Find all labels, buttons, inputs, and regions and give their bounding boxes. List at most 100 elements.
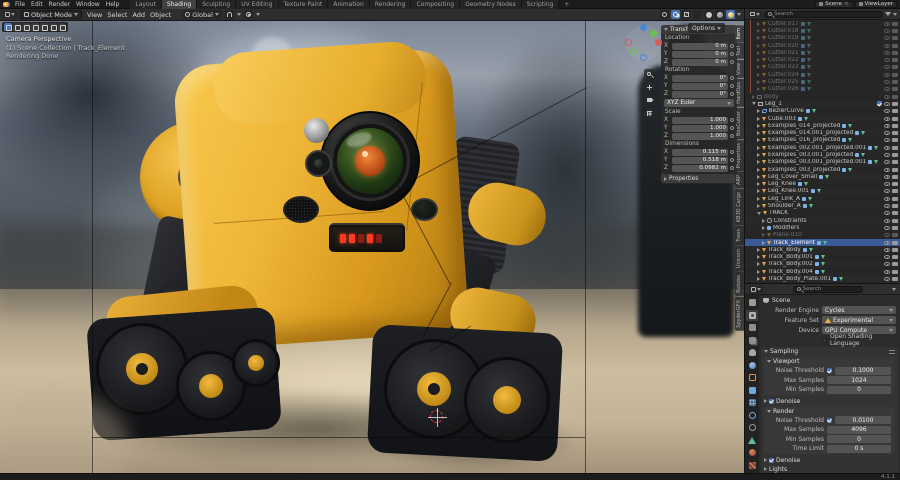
workspace-tab-layout[interactable]: Layout	[130, 0, 162, 9]
blender-logo-icon[interactable]	[3, 1, 10, 7]
dropdown-field[interactable]: Experimental	[822, 316, 896, 324]
outliner-row[interactable]: Track_Body_Plate.001	[745, 275, 900, 283]
sidebar-tab-trees[interactable]: Trees	[735, 225, 744, 246]
expand-icon[interactable]	[762, 240, 765, 245]
viewlayer-selector[interactable]: ViewLayer	[854, 0, 897, 8]
properties-tab-texture[interactable]	[746, 460, 758, 471]
select-circle-icon[interactable]	[22, 23, 30, 31]
properties-search-input[interactable]: Search	[792, 285, 863, 293]
properties-tab-physics[interactable]	[746, 410, 758, 421]
hide-viewport-icon[interactable]	[884, 131, 890, 136]
workspace-tab-rendering[interactable]: Rendering	[369, 0, 412, 9]
disable-render-icon[interactable]	[892, 138, 898, 143]
filter-icon[interactable]	[885, 12, 891, 16]
workspace-tab-scripting[interactable]: Scripting	[521, 0, 560, 9]
disable-render-icon[interactable]	[892, 36, 898, 41]
animate-decorator-icon[interactable]	[730, 84, 734, 88]
outliner-row[interactable]: Track_Body.004	[745, 268, 900, 275]
expand-open-icon[interactable]	[757, 211, 761, 215]
cursor-tool-icon[interactable]	[40, 23, 48, 31]
select-lasso-icon[interactable]	[31, 23, 39, 31]
animate-decorator-icon[interactable]	[730, 118, 734, 122]
shading-rendered-button[interactable]	[726, 10, 735, 19]
disable-render-icon[interactable]	[892, 277, 898, 282]
hide-viewport-icon[interactable]	[884, 123, 890, 128]
hide-viewport-icon[interactable]	[884, 80, 890, 85]
hide-viewport-icon[interactable]	[884, 116, 890, 121]
hide-viewport-icon[interactable]	[884, 21, 890, 26]
checkbox[interactable]	[827, 368, 832, 374]
hide-viewport-icon[interactable]	[884, 58, 890, 63]
outliner-row[interactable]: Cutter.017	[745, 20, 900, 27]
properties-editor-button[interactable]	[749, 285, 763, 293]
shading-wireframe-button[interactable]	[693, 10, 702, 19]
hide-viewport-icon[interactable]	[884, 211, 890, 216]
chevron-down-icon[interactable]	[893, 12, 897, 16]
animate-decorator-icon[interactable]	[730, 52, 734, 56]
outliner-row[interactable]: Leg_1	[745, 100, 900, 108]
outliner-row[interactable]: TRACK	[745, 210, 900, 217]
outliner-row[interactable]: Track_Element	[745, 238, 900, 247]
properties-tab-viewlayer[interactable]	[746, 335, 758, 346]
section-checkbox[interactable]	[769, 457, 774, 463]
disable-render-icon[interactable]	[892, 28, 898, 33]
workspace-tab-texture-paint[interactable]: Texture Paint	[278, 0, 329, 9]
hide-viewport-icon[interactable]	[884, 218, 890, 223]
expand-icon[interactable]	[757, 262, 760, 267]
expand-icon[interactable]	[757, 152, 760, 157]
expand-icon[interactable]	[757, 28, 760, 33]
disable-render-icon[interactable]	[892, 269, 898, 274]
rotation-mode-select[interactable]: XYZ Euler	[664, 99, 734, 107]
expand-icon[interactable]	[757, 58, 760, 63]
gizmo-x-axis[interactable]	[655, 39, 662, 46]
expand-icon[interactable]	[757, 174, 760, 179]
hide-viewport-icon[interactable]	[884, 43, 890, 48]
hide-viewport-icon[interactable]	[884, 225, 890, 230]
disable-render-icon[interactable]	[892, 225, 898, 230]
outliner-search-input[interactable]: Search	[764, 10, 883, 18]
animate-decorator-icon[interactable]	[730, 158, 734, 162]
outliner-row[interactable]: Track_Body.002	[745, 260, 900, 269]
animate-decorator-icon[interactable]	[730, 44, 734, 48]
hide-viewport-icon[interactable]	[884, 262, 890, 267]
outliner-row[interactable]: Cutter.020	[745, 41, 900, 50]
expand-icon[interactable]	[757, 247, 760, 252]
disable-render-icon[interactable]	[892, 211, 898, 216]
disable-render-icon[interactable]	[892, 43, 898, 48]
properties-tab-modifiers[interactable]	[746, 385, 758, 396]
outliner-row[interactable]: Cutter.019	[745, 35, 900, 42]
exclude-checkbox[interactable]	[877, 94, 882, 100]
workspace-tab-compositing[interactable]: Compositing	[411, 0, 461, 9]
animate-decorator-icon[interactable]	[730, 126, 734, 130]
transform-value-field[interactable]: 0°	[672, 82, 728, 90]
outliner-row[interactable]: Modifiers	[745, 224, 900, 231]
menu-help[interactable]: Help	[103, 0, 123, 9]
xray-toggle[interactable]	[682, 10, 691, 19]
transform-value-field[interactable]: 0 m	[672, 50, 728, 58]
checkbox[interactable]	[822, 337, 827, 343]
outliner-row[interactable]: Leg_Knee.001	[745, 187, 900, 196]
proportional-dropdown-icon[interactable]	[255, 13, 260, 16]
hide-viewport-icon[interactable]	[884, 167, 890, 172]
shading-dropdown-icon[interactable]	[737, 13, 741, 16]
menu-edit[interactable]: Edit	[28, 0, 46, 9]
properties-tab-constraints[interactable]	[746, 422, 758, 433]
section-header-viewport[interactable]: Viewport	[764, 357, 895, 366]
disable-render-icon[interactable]	[892, 152, 898, 157]
outliner-row[interactable]: Cube.003	[745, 114, 900, 123]
disable-render-icon[interactable]	[892, 189, 898, 194]
add-workspace-button[interactable]: +	[561, 0, 572, 9]
expand-icon[interactable]	[757, 138, 760, 143]
disable-render-icon[interactable]	[892, 247, 898, 252]
outliner-row[interactable]: Leg_Link_A	[745, 195, 900, 202]
sidebar-tab-properties[interactable]: Properties	[735, 139, 744, 171]
outliner-row[interactable]: Constraints	[745, 217, 900, 225]
annotate-tool-icon[interactable]	[58, 23, 66, 31]
expand-icon[interactable]	[762, 218, 765, 223]
shading-material-button[interactable]	[715, 10, 724, 19]
transform-value-field[interactable]: 0 m	[672, 42, 728, 50]
outliner-row[interactable]: Examples_003_projected	[745, 166, 900, 173]
outliner-row[interactable]: Cutter.021	[745, 49, 900, 56]
zoom-button[interactable]	[644, 69, 654, 79]
hide-viewport-icon[interactable]	[884, 65, 890, 70]
